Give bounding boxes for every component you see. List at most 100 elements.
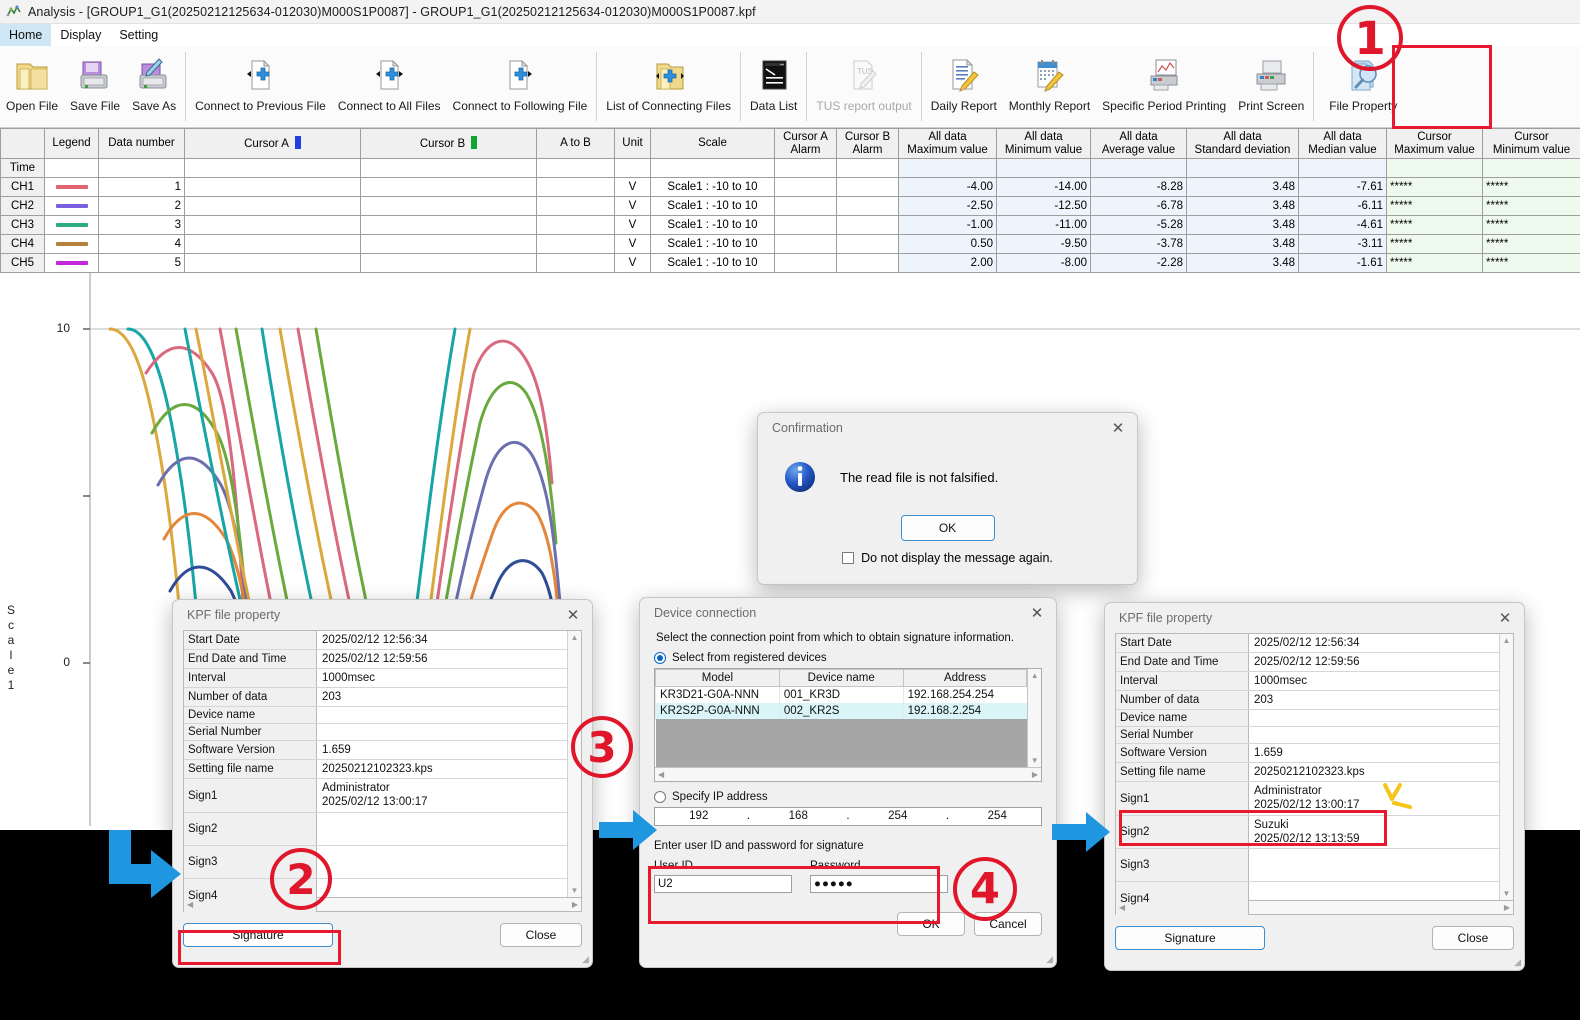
- radio-icon[interactable]: [654, 652, 666, 664]
- th-cursor-b[interactable]: Cursor B: [360, 128, 537, 159]
- scroll-up-icon[interactable]: ▲: [1031, 671, 1039, 680]
- th-a-to-b[interactable]: A to B: [536, 128, 615, 159]
- th-all-data-sd[interactable]: All data Standard deviation: [1186, 128, 1299, 159]
- cell-cursor-max: *****: [1386, 196, 1483, 216]
- ribbon-button-connect-following-file[interactable]: Connect to Following File: [447, 48, 594, 127]
- ribbon-button-open-file[interactable]: Open File: [0, 48, 64, 127]
- scroll-up-icon[interactable]: ▲: [571, 633, 579, 642]
- table-row[interactable]: CH1 1 V Scale1 : -10 to 10 -4.00 -14.00 …: [0, 177, 1580, 197]
- confirmation-dialog[interactable]: Confirmation ✕ The read file is not fals…: [757, 412, 1138, 585]
- device-list[interactable]: Model Device name Address KR3D21-G0A-NNN…: [654, 668, 1042, 782]
- ribbon-button-specific-period-printing[interactable]: Specific Period Printing: [1096, 48, 1232, 127]
- scroll-right-icon[interactable]: ▶: [1504, 903, 1510, 912]
- ribbon-button-save-file[interactable]: Save File: [64, 48, 126, 127]
- ok-button[interactable]: OK: [900, 515, 995, 541]
- scroll-left-icon[interactable]: ◀: [1119, 903, 1125, 912]
- ribbon-button-data-list[interactable]: Data List: [744, 48, 803, 127]
- property-row: Start Date 2025/02/12 12:56:34: [184, 631, 567, 650]
- scroll-right-icon[interactable]: ▶: [1032, 770, 1038, 779]
- cell-median: -1.61: [1298, 253, 1387, 273]
- close-icon[interactable]: ✕: [1022, 601, 1052, 625]
- table-row[interactable]: CH3 3 V Scale1 : -10 to 10 -1.00 -11.00 …: [0, 215, 1580, 235]
- ribbon-button-print-screen[interactable]: Print Screen: [1232, 48, 1310, 127]
- vertical-scrollbar[interactable]: ▲ ▼: [1499, 634, 1513, 900]
- resize-gripper-icon[interactable]: ◢: [1046, 954, 1053, 965]
- scroll-left-icon[interactable]: ◀: [658, 770, 664, 779]
- line2: Alarm: [790, 143, 821, 156]
- table-row-time[interactable]: Time: [0, 158, 1580, 178]
- scroll-up-icon[interactable]: ▲: [1503, 636, 1511, 645]
- ok-button[interactable]: OK: [897, 911, 965, 936]
- scroll-down-icon[interactable]: ▼: [1031, 756, 1039, 765]
- cell-max: -2.50: [898, 196, 997, 216]
- property-grid[interactable]: Start Date 2025/02/12 12:56:34 End Date a…: [1115, 633, 1514, 915]
- th-cursor-min[interactable]: Cursor Minimum value: [1482, 128, 1580, 159]
- scroll-down-icon[interactable]: ▼: [1503, 889, 1511, 898]
- th-cursor-a[interactable]: Cursor A: [184, 128, 361, 159]
- scroll-down-icon[interactable]: ▼: [571, 886, 579, 895]
- table-row[interactable]: CH2 2 V Scale1 : -10 to 10 -2.50 -12.50 …: [0, 196, 1580, 216]
- scroll-right-icon[interactable]: ▶: [572, 900, 578, 909]
- user-id-input[interactable]: U2: [654, 874, 792, 893]
- table-row[interactable]: CH4 4 V Scale1 : -10 to 10 0.50 -9.50 -3…: [0, 234, 1580, 254]
- credentials-group-label: Enter user ID and password for signature: [654, 839, 864, 852]
- ribbon-button-list-of-connecting-files[interactable]: List of Connecting Files: [600, 48, 737, 127]
- close-button[interactable]: Close: [1432, 926, 1514, 950]
- scroll-left-icon[interactable]: ◀: [187, 900, 193, 909]
- menu-item-home[interactable]: Home: [0, 24, 52, 46]
- close-icon[interactable]: ✕: [558, 603, 588, 627]
- ribbon-button-monthly-report[interactable]: Monthly Report: [1003, 48, 1096, 127]
- radio-specify-ip-address[interactable]: Specify IP address: [654, 790, 1042, 803]
- th-cursor-max[interactable]: Cursor Maximum value: [1386, 128, 1483, 159]
- th-data-number[interactable]: Data number: [98, 128, 185, 159]
- device-connection-note: Select the connection point from which t…: [656, 632, 1014, 644]
- device-horizontal-scrollbar[interactable]: ◀ ▶: [655, 766, 1041, 781]
- th-model[interactable]: Model: [655, 669, 780, 687]
- ip-octet-4[interactable]: 254: [954, 810, 1042, 822]
- th-legend[interactable]: Legend: [44, 128, 99, 159]
- th-all-data-min[interactable]: All data Minimum value: [996, 128, 1091, 159]
- cell-min: -8.00: [996, 253, 1091, 273]
- resize-gripper-icon[interactable]: ◢: [582, 954, 589, 965]
- ribbon-button-tus-report-output[interactable]: TUS TUS report output: [810, 48, 917, 127]
- ribbon-button-daily-report[interactable]: Daily Report: [925, 48, 1003, 127]
- property-key: Sign3: [1116, 849, 1249, 881]
- signature-button[interactable]: Signature: [183, 923, 333, 947]
- th-all-data-avg[interactable]: All data Average value: [1090, 128, 1187, 159]
- ribbon-button-connect-previous-file[interactable]: Connect to Previous File: [189, 48, 332, 127]
- device-vertical-scrollbar[interactable]: ▲ ▼: [1027, 669, 1041, 767]
- device-row-selected[interactable]: KR2S2P-G0A-NNN 002_KR2S 192.168.2.254: [655, 702, 1027, 719]
- radio-icon[interactable]: [654, 790, 666, 803]
- ip-address-input[interactable]: 192 . 168 . 254 . 254: [654, 806, 1042, 826]
- resize-gripper-icon[interactable]: ◢: [1514, 957, 1521, 968]
- ribbon-button-connect-all-files[interactable]: Connect to All Files: [332, 48, 447, 127]
- close-icon[interactable]: ✕: [1103, 416, 1133, 440]
- password-input[interactable]: ●●●●●: [810, 874, 948, 893]
- close-button[interactable]: Close: [500, 923, 582, 947]
- property-row: End Date and Time 2025/02/12 12:59:56: [1116, 653, 1499, 672]
- ip-octet-1[interactable]: 192: [655, 810, 743, 822]
- th-address[interactable]: Address: [902, 669, 1028, 687]
- th-all-data-max[interactable]: All data Maximum value: [898, 128, 997, 159]
- ip-octet-2[interactable]: 168: [755, 810, 843, 822]
- menu-item-display[interactable]: Display: [51, 24, 110, 46]
- table-row[interactable]: CH5 5 V Scale1 : -10 to 10 2.00 -8.00 -2…: [0, 253, 1580, 273]
- th-device-name[interactable]: Device name: [778, 669, 904, 687]
- th-cursor-a-alarm[interactable]: Cursor A Alarm: [774, 128, 837, 159]
- ribbon-button-save-as[interactable]: Save As: [126, 48, 182, 127]
- close-icon[interactable]: ✕: [1490, 606, 1520, 630]
- device-row[interactable]: KR3D21-G0A-NNN 001_KR3D 192.168.254.254: [655, 686, 1027, 703]
- menu-item-setting[interactable]: Setting: [110, 24, 167, 46]
- signature-button[interactable]: Signature: [1115, 926, 1265, 950]
- th-unit[interactable]: Unit: [614, 128, 651, 159]
- radio-select-registered-devices[interactable]: Select from registered devices: [654, 652, 1042, 664]
- th-scale[interactable]: Scale: [650, 128, 775, 159]
- kpf-file-property-dialog-right[interactable]: KPF file property ✕ Start Date 2025/02/12…: [1104, 602, 1525, 971]
- th-cursor-b-alarm[interactable]: Cursor B Alarm: [836, 128, 899, 159]
- th-all-data-median[interactable]: All data Median value: [1298, 128, 1387, 159]
- kpf-file-property-dialog-left[interactable]: KPF file property ✕ Start Date 2025/02/12…: [172, 599, 593, 968]
- do-not-display-checkbox[interactable]: [842, 552, 855, 564]
- property-grid[interactable]: Start Date 2025/02/12 12:56:34 End Date a…: [183, 630, 582, 912]
- ip-octet-3[interactable]: 254: [854, 810, 942, 822]
- dialog-body: Start Date 2025/02/12 12:56:34 End Date a…: [1105, 633, 1524, 958]
